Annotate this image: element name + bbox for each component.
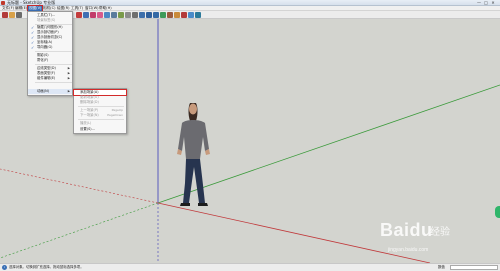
submenu-arrow-icon: ▶: [67, 76, 70, 80]
menu-item-label: 删除场景(D): [80, 100, 99, 104]
side-panel-tab[interactable]: [495, 206, 500, 218]
line-tool-icon[interactable]: [16, 12, 22, 18]
status-bar: i 选择对象。切换到扩充选择。拖动鼠标选择多项。 数值: [0, 263, 500, 271]
menu-item-label: 添加场景(A): [80, 90, 99, 94]
paint-bucket-icon[interactable]: [118, 12, 124, 18]
menu-item-label: 隐藏几何图形(H): [37, 25, 63, 29]
view-menu-item-scene-tabs[interactable]: 场景标签(S): [28, 18, 72, 23]
warehouse-icon[interactable]: [167, 12, 173, 18]
extension-icon[interactable]: [188, 12, 194, 18]
checkmark-icon: ✓: [31, 45, 35, 50]
animation-submenu: 添加场景(A) 更新场景(U) 删除场景(D) 上一场景(P) PageUp 下…: [73, 88, 127, 134]
pencil-tool-icon[interactable]: [9, 12, 15, 18]
minimize-button[interactable]: —: [476, 1, 482, 5]
menu-separator: [78, 106, 124, 107]
red-axis-negative: [0, 168, 159, 204]
close-button[interactable]: ✕: [490, 1, 496, 5]
menu-separator: [35, 64, 72, 65]
menu-item-label: 播放(L): [80, 121, 92, 125]
menu-item-label: 边线类型(D): [37, 66, 56, 70]
view-menu-item-component-edit[interactable]: 组件编辑(E) ▶: [28, 76, 72, 81]
move-tool-icon[interactable]: [83, 12, 89, 18]
maximize-button[interactable]: □: [483, 1, 489, 5]
menu-item-label: 阴影(S): [37, 53, 49, 57]
push-pull-icon[interactable]: [76, 12, 82, 18]
menu-item-label: 场景标签(S): [37, 18, 56, 22]
watermark-url: jingyan.baidu.com: [388, 247, 429, 253]
zoom-window-icon[interactable]: [146, 12, 152, 18]
menu-item-label: 组件编辑(E): [37, 76, 56, 80]
menu-item-label: 动画(N): [37, 89, 49, 93]
main-toolbar: [0, 11, 500, 19]
share-model-icon[interactable]: [181, 12, 187, 18]
pan-icon[interactable]: [132, 12, 138, 18]
zoom-extents-icon[interactable]: [153, 12, 159, 18]
menu-item-label: 工具栏(T)...: [37, 13, 56, 17]
tape-measure-icon[interactable]: [111, 12, 117, 18]
menu-separator: [78, 119, 124, 120]
offset-tool-icon[interactable]: [104, 12, 110, 18]
view-menu-item-guides[interactable]: ✓ 导向器(G): [28, 45, 72, 50]
layout-icon[interactable]: [195, 12, 201, 18]
orbit-icon[interactable]: [125, 12, 131, 18]
menu-item-label: 坐标轴(A): [37, 40, 53, 44]
measurements-label: 数值: [438, 265, 445, 269]
previous-view-icon[interactable]: [160, 12, 166, 18]
view-menu-item-animation[interactable]: 动画(N) ▶: [28, 89, 72, 94]
menu-item-label: 上一场景(P): [80, 108, 99, 112]
submenu-item-play[interactable]: 播放(L): [74, 121, 126, 126]
view-menu-dropdown: 工具栏(T)... 场景标签(S) ✓ 隐藏几何图形(H) ✓ 显示剖切面(P)…: [27, 11, 73, 96]
view-menu-item-fog[interactable]: 雾化(F): [28, 58, 72, 63]
menu-item-label: 显示剖面切割(C): [37, 35, 63, 39]
green-axis-negative: [0, 202, 159, 259]
baidu-watermark: Baidu 经验 jingyan.baidu.com: [380, 220, 490, 260]
zoom-icon[interactable]: [139, 12, 145, 18]
watermark-subtitle: 经验: [430, 227, 450, 238]
status-hint: 选择对象。切换到扩充选择。拖动鼠标选择多项。: [9, 265, 84, 269]
menu-item-label: 雾化(F): [37, 58, 49, 62]
watermark-logo: Baidu: [380, 220, 433, 240]
rotate-tool-icon[interactable]: [90, 12, 96, 18]
menu-item-label: 更新场景(U): [80, 95, 99, 99]
select-tool-icon[interactable]: [2, 12, 8, 18]
green-axis: [157, 84, 500, 204]
info-icon[interactable]: i: [2, 265, 7, 270]
submenu-item-delete-scene[interactable]: 删除场景(D): [74, 100, 126, 105]
menu-item-label: 下一场景(N): [80, 113, 99, 117]
menu-item-label: 导向器(G): [37, 45, 53, 49]
sketchup-logo-icon: [1, 1, 5, 5]
shortcut-label: PageDown: [107, 113, 123, 117]
measurements-input[interactable]: [450, 265, 498, 270]
submenu-item-next-scene[interactable]: 下一场景(N) PageDown: [74, 113, 126, 118]
menu-item-label: 显示剖切面(P): [37, 30, 59, 34]
menu-item-label: 设置(S)...: [80, 127, 95, 131]
menu-separator: [35, 51, 72, 52]
menu-item-label: 表面类型(F): [37, 71, 56, 75]
menu-separator: [35, 82, 72, 83]
submenu-item-settings[interactable]: 设置(S)...: [74, 127, 126, 132]
components-icon[interactable]: [174, 12, 180, 18]
follow-me-icon[interactable]: [97, 12, 103, 18]
submenu-arrow-icon: ▶: [67, 89, 70, 93]
